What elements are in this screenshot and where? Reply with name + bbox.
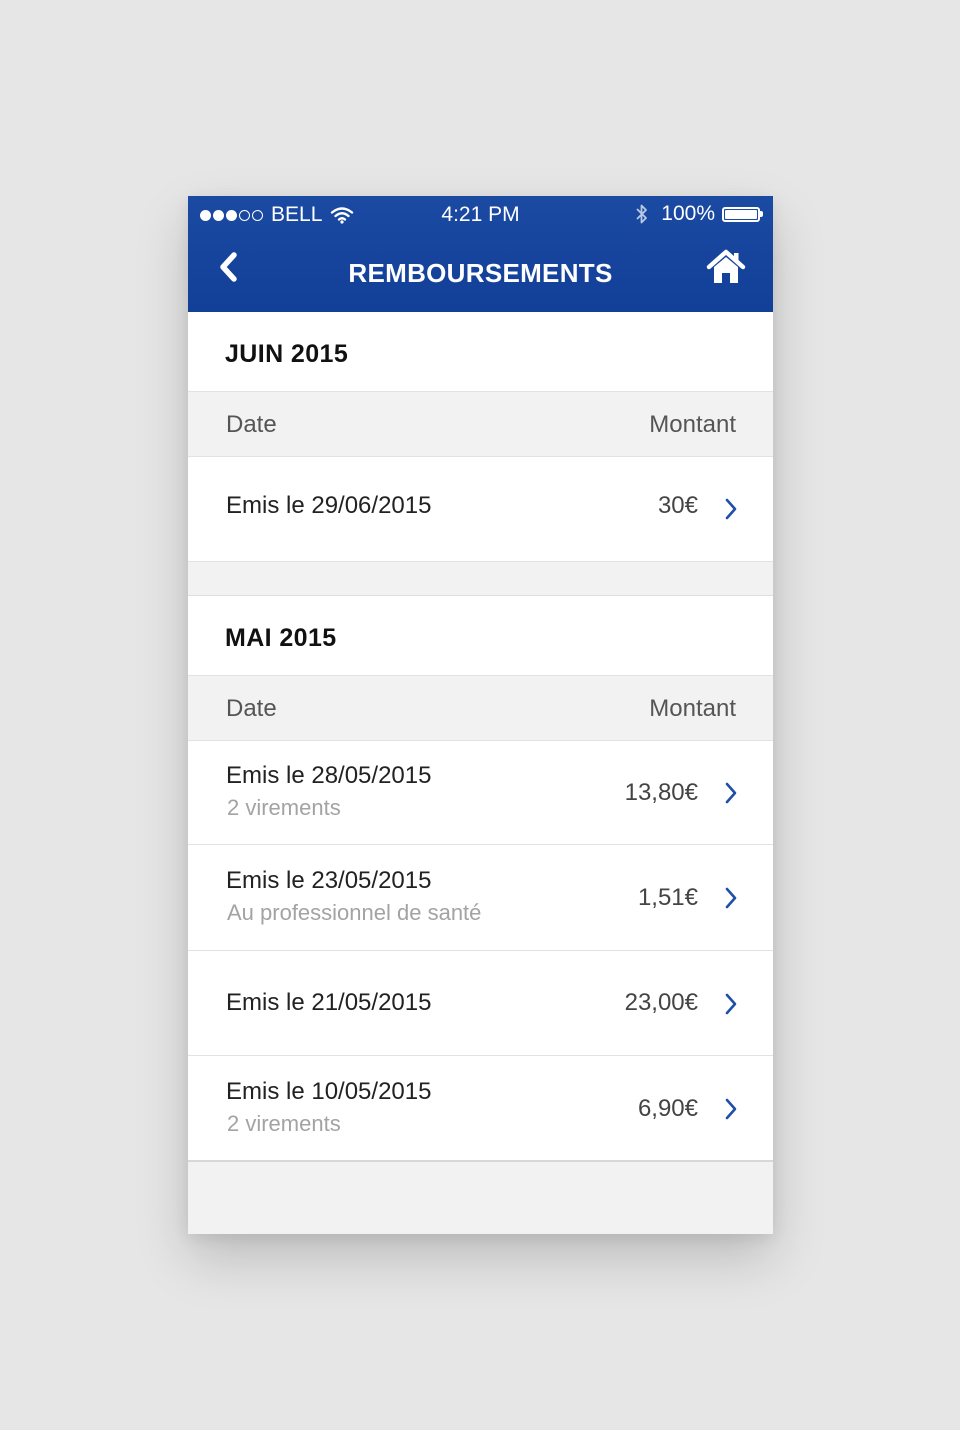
row-date: Emis le 10/05/2015	[226, 1078, 432, 1105]
row-amount: 6,90€	[637, 1095, 698, 1122]
home-icon	[706, 249, 746, 283]
chevron-right-icon	[725, 993, 737, 1015]
row-date: Emis le 29/06/2015	[226, 492, 432, 519]
row-date: Emis le 21/05/2015	[226, 989, 432, 1016]
row-amount: 30€	[657, 492, 698, 519]
section-header: MAI 2015	[188, 596, 773, 676]
section-title: MAI 2015	[225, 624, 337, 652]
section-title: JUIN 2015	[225, 340, 349, 368]
column-header-row: Date Montant	[188, 392, 773, 457]
chevron-right-icon	[725, 782, 737, 804]
row-subtitle: Au professionnel de santé	[227, 900, 482, 925]
column-header-date: Date	[226, 411, 277, 438]
row-subtitle: 2 virements	[227, 795, 341, 820]
column-header-amount: Montant	[649, 411, 736, 438]
home-button[interactable]	[702, 245, 750, 289]
row-amount: 13,80€	[624, 779, 698, 806]
battery-percent: 100%	[661, 202, 715, 225]
row-date: Emis le 28/05/2015	[226, 762, 432, 789]
navigation-bar: REMBOURSEMENTS	[188, 234, 773, 312]
status-bar: BELL 4:21 PM 100%	[188, 196, 773, 234]
chevron-right-icon	[725, 498, 737, 520]
page-title: REMBOURSEMENTS	[348, 258, 613, 288]
reimbursement-row[interactable]: Emis le 23/05/2015 Au professionnel de s…	[188, 845, 773, 951]
reimbursement-row[interactable]: Emis le 21/05/2015 23,00€	[188, 951, 773, 1056]
top-bar: BELL 4:21 PM 100% REMBOURSEMENTS	[188, 196, 773, 312]
section-mai-2015: MAI 2015 Date Montant Emis le 28/05/2015…	[188, 596, 773, 1162]
chevron-right-icon	[725, 887, 737, 909]
reimbursement-row[interactable]: Emis le 28/05/2015 2 virements 13,80€	[188, 741, 773, 845]
section-juin-2015: JUIN 2015 Date Montant Emis le 29/06/201…	[188, 312, 773, 596]
row-amount: 23,00€	[624, 989, 698, 1016]
chevron-right-icon	[725, 1098, 737, 1120]
row-subtitle: 2 virements	[227, 1111, 341, 1136]
battery-icon	[722, 206, 760, 222]
section-spacer	[188, 562, 773, 596]
row-date: Emis le 23/05/2015	[226, 867, 432, 894]
row-amount: 1,51€	[637, 884, 698, 911]
section-header: JUIN 2015	[188, 312, 773, 392]
column-header-amount: Montant	[649, 695, 736, 722]
bluetooth-icon	[636, 204, 648, 224]
phone-screen: BELL 4:21 PM 100% REMBOURSEMENTS JUIN 20…	[188, 196, 773, 1234]
column-header-date: Date	[226, 695, 277, 722]
reimbursement-row[interactable]: Emis le 29/06/2015 30€	[188, 457, 773, 562]
reimbursement-row[interactable]: Emis le 10/05/2015 2 virements 6,90€	[188, 1056, 773, 1162]
column-header-row: Date Montant	[188, 676, 773, 741]
